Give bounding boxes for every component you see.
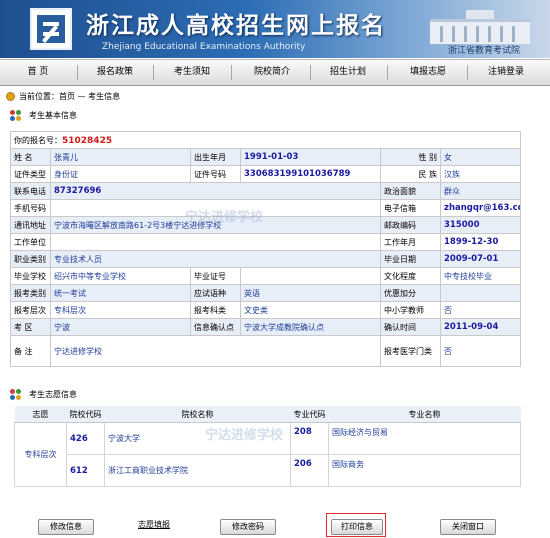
reg-label: 你的报名号： (14, 135, 62, 145)
table-row: 612 浙江工商职业技术学院 206 国际商务 (15, 454, 521, 487)
basic-info-table: 你的报名号：51028425 姓 名 张青儿 出生年月 1991-01-03 性… (9, 131, 522, 367)
nav-policy[interactable]: 报名政策 (85, 60, 145, 85)
table-row: 考 区 宁波 信息确认点 宁波大学成教院确认点 确认时间 2011-09-04 (10, 318, 522, 336)
table-row: 职业类别 专业技术人员 毕业日期 2009-07-01 (10, 250, 522, 268)
id-number: 330683199101036789 (244, 169, 351, 179)
nav-home[interactable]: 首 页 (8, 60, 68, 85)
table-row: 毕业学校 绍兴市中等专业学校 毕业证号 文化程度 中专技校毕业 (10, 267, 522, 285)
basic-info-heading: 考生基本信息 (10, 110, 77, 121)
wish-info-heading: 考生志愿信息 (10, 389, 77, 400)
clover-icon (10, 389, 21, 400)
table-row: 备 注 宁达进修学校 报考医学门类 否 (10, 335, 522, 367)
table-row: 工作单位 工作年月 1899-12-30 (10, 233, 522, 251)
table-row: 姓 名 张青儿 出生年月 1991-01-03 性 别 女 (10, 148, 522, 166)
location-icon (6, 92, 15, 101)
nav-plan[interactable]: 招生计划 (318, 60, 378, 85)
watermark: 宁达进修学校 (205, 428, 284, 443)
site-subtitle: Zhejiang Educational Examinations Author… (102, 42, 306, 52)
change-password-button[interactable]: 修改密码 (220, 519, 276, 535)
table-header: 志愿 院校代码 院校名称 专业代码 专业名称 (14, 406, 521, 423)
table-row: 报考层次 专科层次 报考科类 文史类 中小学教师 否 (10, 301, 522, 319)
sex-value: 女 (439, 148, 522, 166)
name-value: 张青儿 (50, 148, 191, 166)
birth-value: 1991-01-03 (244, 152, 299, 162)
watermark: 宁达进修学校 (185, 210, 264, 225)
table-row: 报考类别 统一考试 应试语种 英语 优惠加分 (10, 284, 522, 302)
nav-wish[interactable]: 填报志愿 (398, 60, 458, 85)
reg-number: 51028425 (62, 135, 113, 146)
wish-fill-link[interactable]: 志愿填报 (138, 519, 170, 530)
logo-icon (30, 8, 72, 50)
main-nav: 首 页 报名政策 考生须知 院校简介 招生计划 填报志愿 注销登录 (0, 59, 550, 86)
edit-info-button[interactable]: 修改信息 (38, 519, 94, 535)
table-row: 联系电话 87327696 政治面貌 群众 (10, 182, 522, 200)
site-title: 浙江成人高校招生网上报名 (86, 12, 386, 39)
nav-logout[interactable]: 注销登录 (476, 60, 536, 85)
table-row: 通讯地址 宁波市海曙区解放南路61-2号3楼宁达进修学校 邮政编码 315000 (10, 216, 522, 234)
table-row: 手机号码 电子信箱 zhangqr@163.com (10, 199, 522, 217)
nav-schools[interactable]: 院校简介 (242, 60, 302, 85)
print-button[interactable]: 打印信息 (331, 519, 383, 535)
wish-level: 专科层次 (14, 422, 67, 487)
nav-notice[interactable]: 考生须知 (162, 60, 222, 85)
breadcrumb-text: 当前位置：首页 — 考生信息 (19, 92, 121, 101)
building-icon (420, 6, 540, 44)
tel-value: 87327696 (54, 186, 102, 196)
org-name: 浙江省教育考试院 (447, 46, 520, 56)
wish-table: 志愿 院校代码 院校名称 专业代码 专业名称 专科层次 426 宁波大学 208… (14, 406, 521, 487)
close-window-button[interactable]: 关闭窗口 (440, 519, 496, 535)
table-row: 证件类型 身份证 证件号码 330683199101036789 民 族 汉族 (10, 165, 522, 183)
header-banner: 浙江成人高校招生网上报名 Zhejiang Educational Examin… (0, 0, 550, 58)
breadcrumb: 当前位置：首页 — 考生信息 (6, 91, 120, 102)
email-value: zhangqr@163.com (444, 203, 520, 213)
table-row: 你的报名号：51028425 (9, 131, 522, 149)
clover-icon (10, 110, 21, 121)
